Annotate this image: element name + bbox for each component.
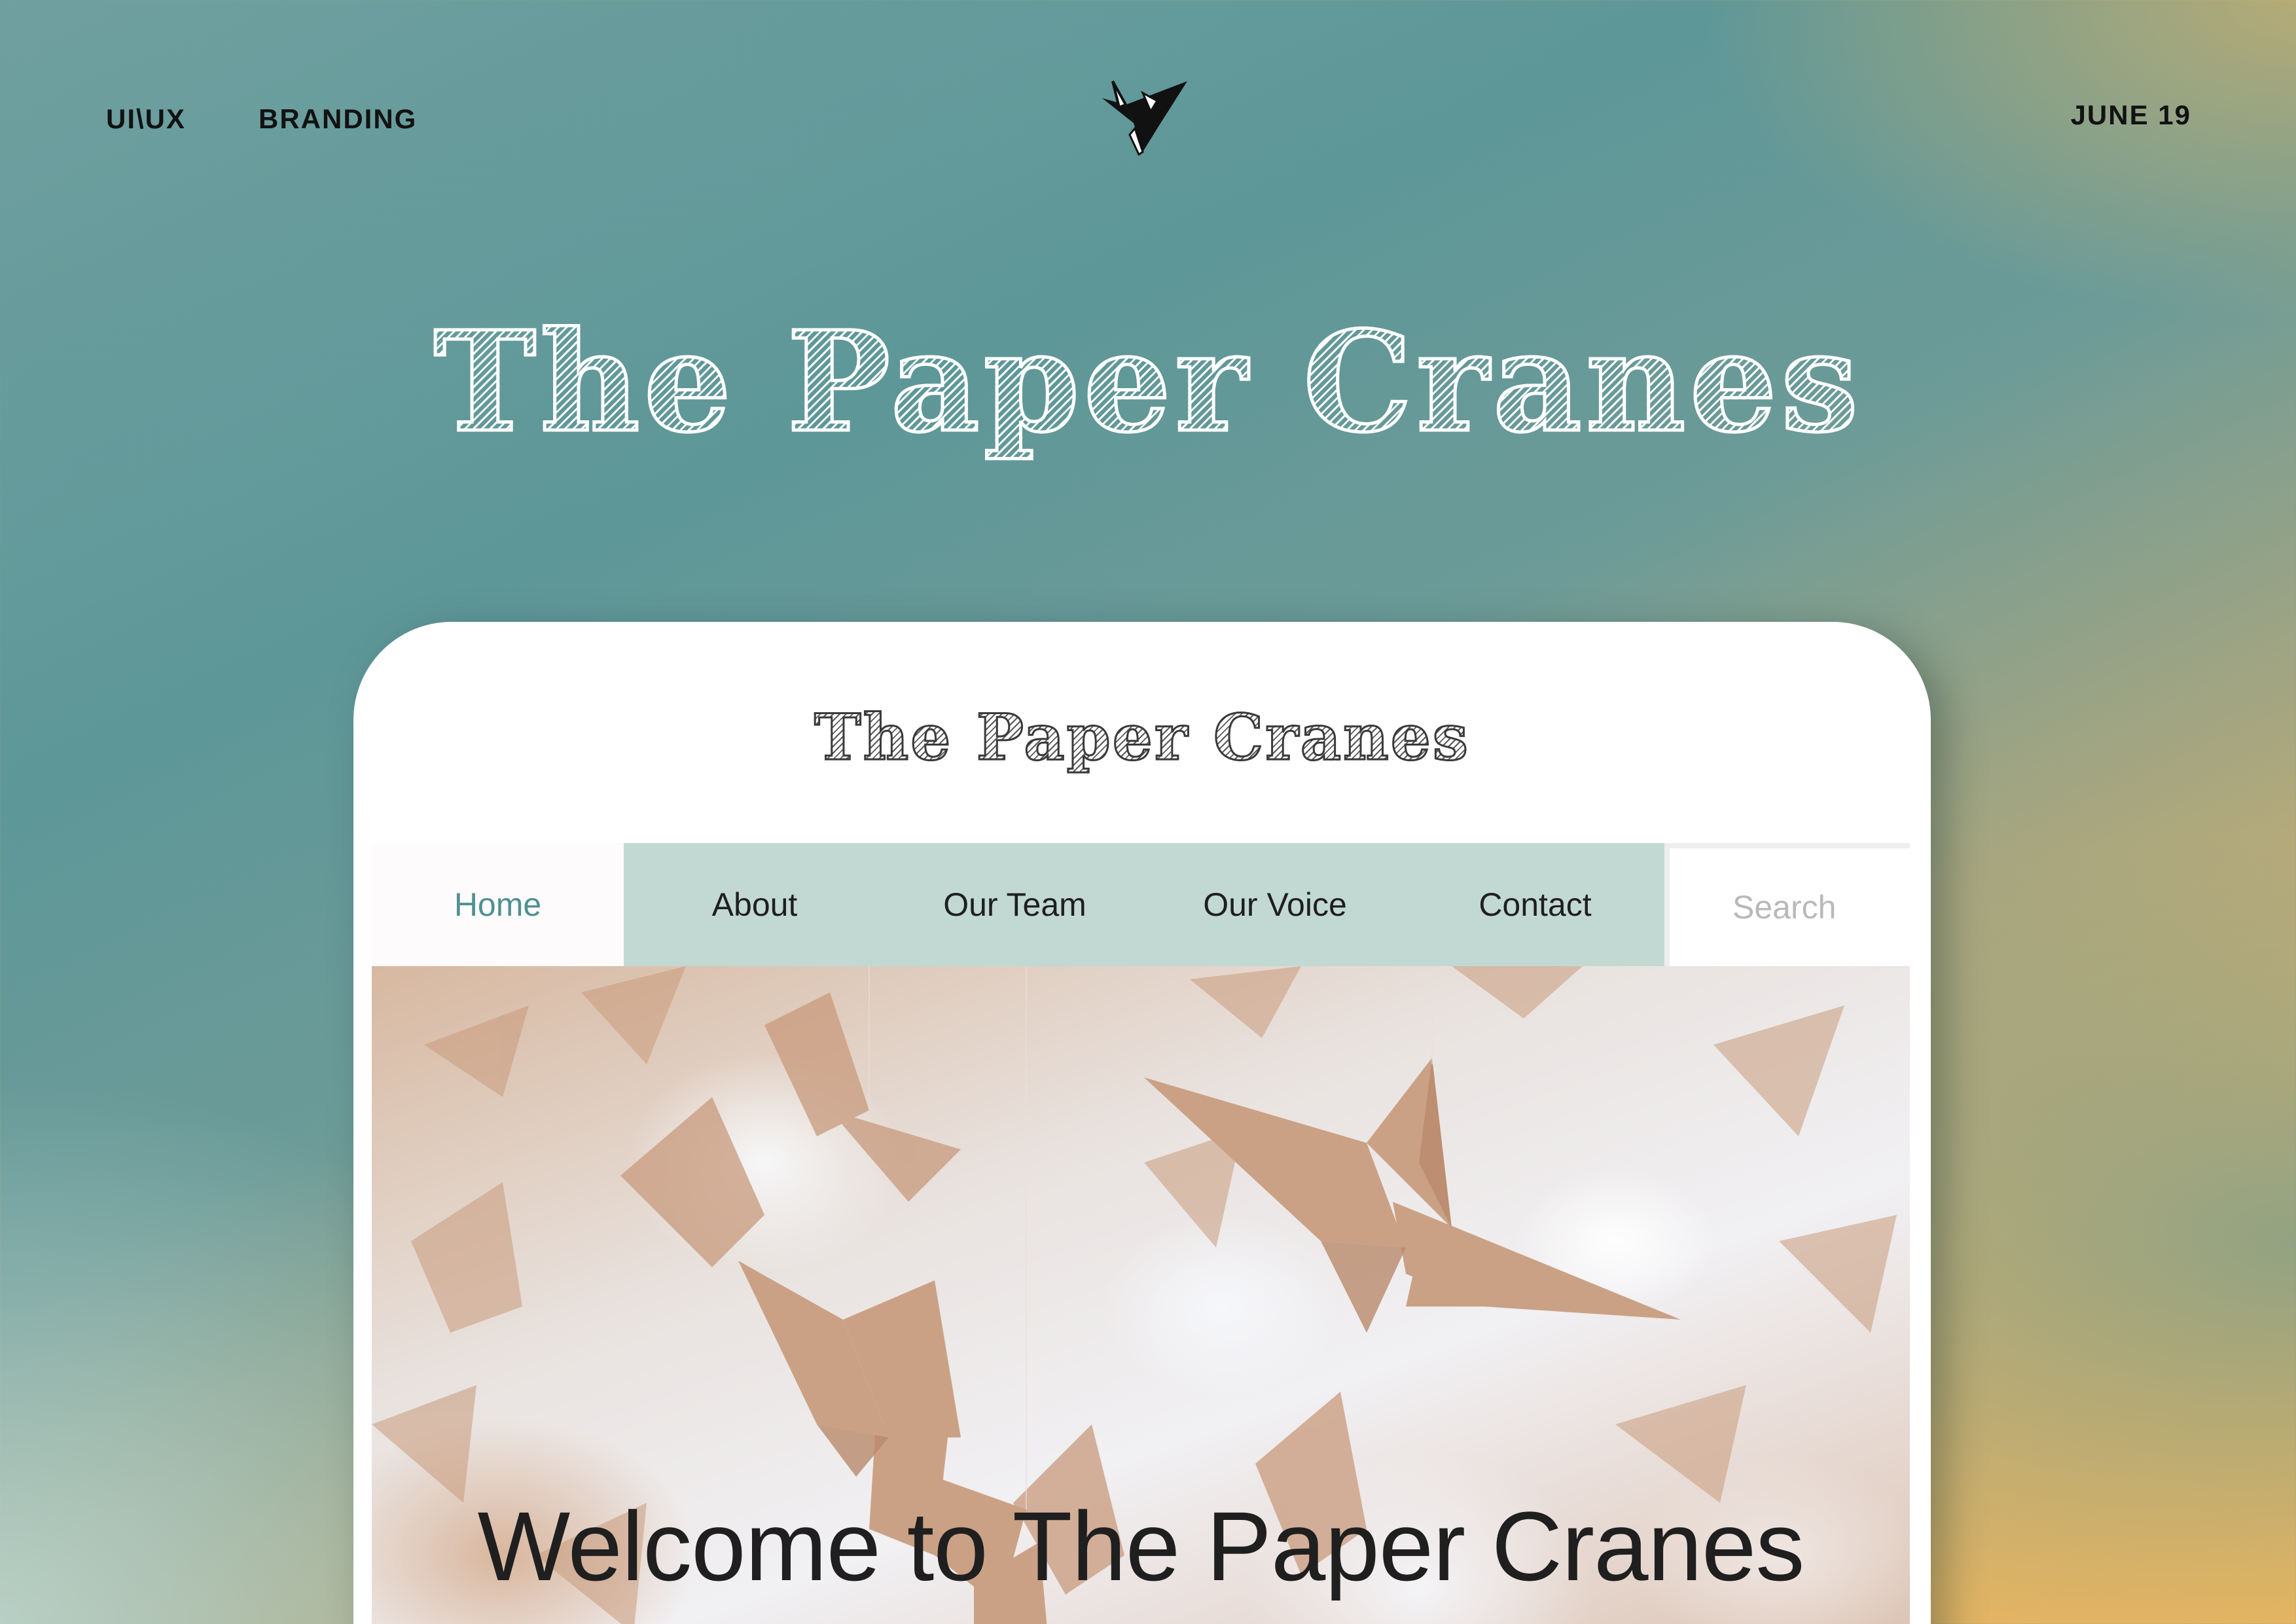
nav-home[interactable]: Home bbox=[372, 843, 624, 966]
site-title: The Paper Cranes bbox=[353, 700, 1931, 776]
nav-our-voice[interactable]: Our Voice bbox=[1144, 843, 1406, 966]
nav-about[interactable]: About bbox=[624, 843, 886, 966]
hero-title: The Paper Cranes bbox=[0, 300, 2296, 465]
branding-link[interactable]: BRANDING bbox=[259, 103, 417, 135]
date-label: JUNE 19 bbox=[2070, 99, 2191, 130]
device-mockup: The Paper Cranes Home About Our Team Our… bbox=[353, 622, 1931, 1624]
uiux-link[interactable]: UI\UX bbox=[106, 103, 186, 135]
search-box bbox=[1664, 843, 1910, 966]
site-nav: Home About Our Team Our Voice Contact bbox=[372, 843, 1910, 966]
nav-contact[interactable]: Contact bbox=[1406, 843, 1664, 966]
top-bar: UI\UX BRANDING JUNE 19 bbox=[0, 0, 2296, 170]
hero-image-paper-cranes: Welcome to The Paper Cranes bbox=[372, 966, 1910, 1624]
nav-our-team[interactable]: Our Team bbox=[886, 843, 1144, 966]
search-input[interactable] bbox=[1670, 868, 1910, 947]
origami-crane-icon bbox=[1102, 81, 1187, 156]
welcome-heading: Welcome to The Paper Cranes bbox=[477, 1491, 1805, 1601]
